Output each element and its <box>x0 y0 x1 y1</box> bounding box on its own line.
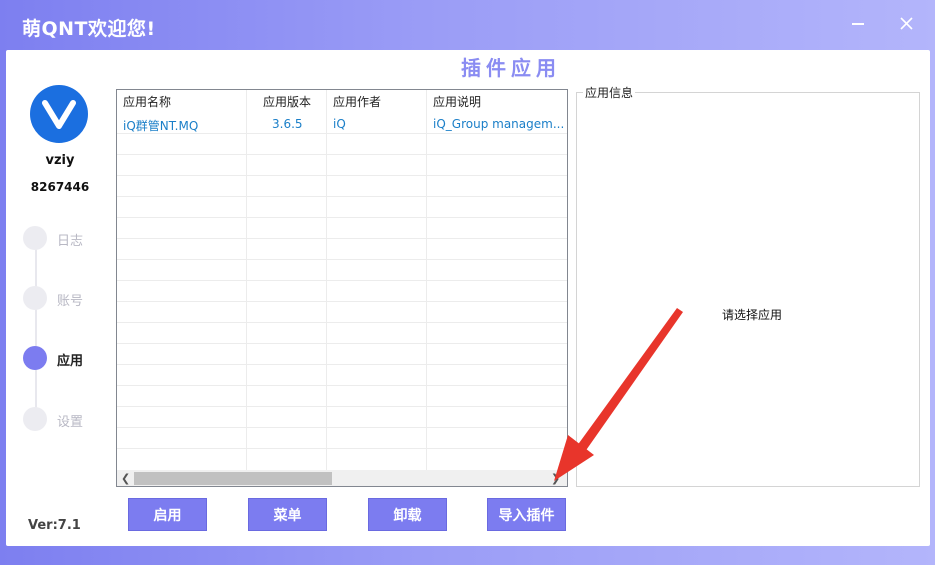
grid-line <box>117 427 567 428</box>
user-name: vziy <box>45 153 75 168</box>
annotation-arrow-icon <box>554 308 683 481</box>
cell-app-description[interactable]: iQ_Group managem... <box>433 117 564 131</box>
cell-app-version[interactable]: 3.6.5 <box>272 117 303 131</box>
cell-app-name[interactable]: iQ群管NT.MQ <box>123 117 198 134</box>
nav-item-settings[interactable]: 设置 <box>23 407 113 433</box>
avatar[interactable] <box>30 85 88 143</box>
grid-line <box>117 343 567 344</box>
main-panel: vziy 8267446 日志 账号 应用 设置 Ver:7.1 插件应用 应用… <box>6 50 930 546</box>
title-bar: 萌QNT欢迎您! <box>0 0 935 50</box>
grid-line <box>117 364 567 365</box>
grid-line <box>117 322 567 323</box>
grid-line <box>117 217 567 218</box>
nav-dot-icon <box>23 226 47 250</box>
horizontal-scrollbar[interactable]: ❮ ❯ <box>117 470 567 486</box>
minimize-button[interactable] <box>848 13 870 35</box>
nav-dot-icon <box>23 286 47 310</box>
grid-line <box>117 301 567 302</box>
nav-label: 设置 <box>57 415 84 430</box>
column-header-name[interactable]: 应用名称 <box>123 90 171 112</box>
nav-item-apps[interactable]: 应用 <box>23 346 113 372</box>
grid-line <box>117 259 567 260</box>
uninstall-button[interactable]: 卸载 <box>368 498 447 531</box>
nav-item-account[interactable]: 账号 <box>23 286 113 312</box>
grid-line <box>117 280 567 281</box>
column-header-author[interactable]: 应用作者 <box>333 90 381 112</box>
column-header-version[interactable]: 应用版本 <box>263 90 311 112</box>
app-info-placeholder: 请选择应用 <box>722 308 783 322</box>
column-header-description[interactable]: 应用说明 <box>433 90 481 112</box>
enable-button[interactable]: 启用 <box>128 498 207 531</box>
menu-button[interactable]: 菜单 <box>248 498 327 531</box>
app-info-legend: 应用信息 <box>583 84 636 101</box>
grid-line <box>117 154 567 155</box>
scroll-left-icon[interactable]: ❮ <box>121 472 130 485</box>
grid-line <box>117 196 567 197</box>
import-plugin-button[interactable]: 导入插件 <box>487 498 566 531</box>
grid-line <box>117 448 567 449</box>
cell-app-author[interactable]: iQ <box>333 117 346 131</box>
window-title: 萌QNT欢迎您! <box>22 18 156 40</box>
grid-line <box>117 385 567 386</box>
grid-line <box>117 175 567 176</box>
close-button[interactable] <box>896 13 918 35</box>
nav-item-log[interactable]: 日志 <box>23 226 113 252</box>
nav-dot-icon <box>23 407 47 431</box>
scrollbar-thumb[interactable] <box>134 472 332 485</box>
user-id: 8267446 <box>30 180 90 194</box>
nav-label: 应用 <box>57 354 84 369</box>
nav-connector-line <box>35 238 37 420</box>
close-icon <box>900 17 913 30</box>
minimize-icon <box>852 23 864 25</box>
nav-label: 账号 <box>57 294 84 309</box>
nav-dot-icon <box>23 346 47 370</box>
app-logo-icon <box>42 100 76 129</box>
grid-line <box>117 406 567 407</box>
page-title: 插件应用 <box>461 56 561 80</box>
nav-label: 日志 <box>57 234 84 249</box>
version-label: Ver:7.1 <box>28 518 81 533</box>
plugin-table[interactable]: 应用名称 应用版本 应用作者 应用说明 iQ群管NT.MQ 3.6.5 iQ i… <box>116 89 568 487</box>
grid-line <box>117 238 567 239</box>
